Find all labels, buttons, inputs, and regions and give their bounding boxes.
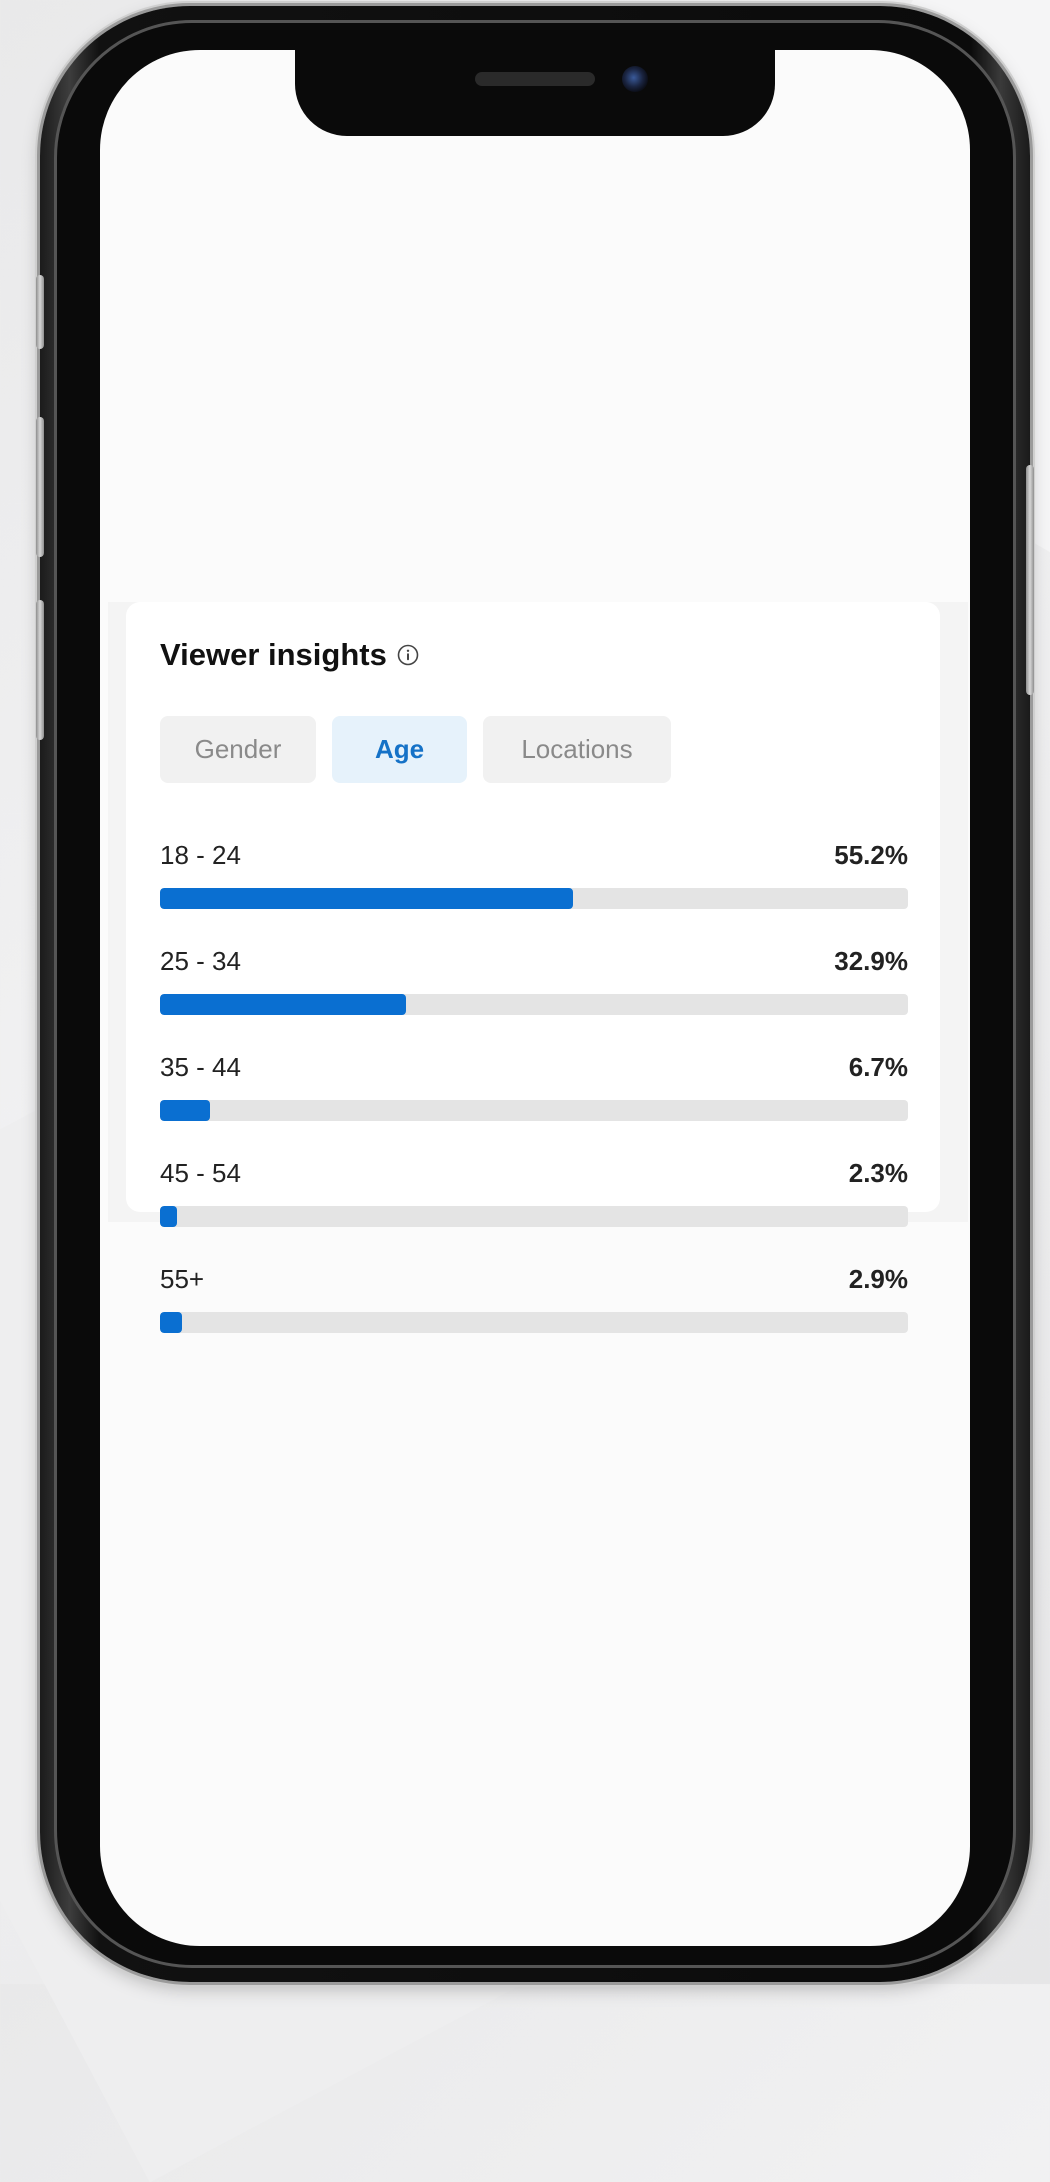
speaker-grille — [475, 72, 595, 86]
age-row: 55+ 2.9% — [160, 1264, 908, 1370]
info-circle-icon[interactable] — [397, 644, 419, 666]
notch — [295, 50, 775, 136]
age-percentage: 6.7% — [848, 1052, 908, 1082]
card-title: Viewer insights — [160, 637, 387, 672]
age-percentage: 2.3% — [848, 1158, 908, 1188]
progress-track — [160, 1100, 908, 1121]
mute-switch — [36, 275, 44, 349]
progress-fill — [160, 1312, 182, 1333]
age-distribution-list: 18 - 24 55.2% 25 - 34 32.9% 35 - 44 6.7%… — [160, 840, 908, 1370]
progress-track — [160, 1312, 908, 1333]
age-percentage: 55.2% — [834, 840, 908, 870]
age-percentage: 32.9% — [834, 946, 908, 976]
progress-track — [160, 1206, 908, 1227]
progress-track — [160, 994, 908, 1015]
age-percentage: 2.9% — [848, 1264, 908, 1294]
tab-age[interactable]: Age — [332, 716, 467, 783]
volume-up-button — [36, 417, 44, 557]
progress-fill — [160, 1206, 178, 1227]
progress-fill — [160, 994, 407, 1015]
age-range-label: 25 - 34 — [160, 946, 241, 976]
power-button — [1026, 465, 1034, 695]
age-range-label: 35 - 44 — [160, 1052, 241, 1082]
age-range-label: 18 - 24 — [160, 840, 241, 870]
card-header: Viewer insights — [160, 637, 419, 673]
phone-screen: Viewer insights Gender Age Locations 18 … — [100, 50, 970, 1946]
tab-locations[interactable]: Locations — [483, 716, 671, 783]
progress-fill — [160, 1100, 211, 1121]
age-row: 18 - 24 55.2% — [160, 840, 908, 946]
tab-gender[interactable]: Gender — [160, 716, 316, 783]
camera-icon — [622, 66, 648, 92]
age-row: 45 - 54 2.3% — [160, 1158, 908, 1264]
age-range-label: 55+ — [160, 1264, 205, 1294]
age-row: 35 - 44 6.7% — [160, 1052, 908, 1158]
progress-fill — [160, 888, 573, 909]
progress-track — [160, 888, 908, 909]
volume-down-button — [36, 600, 44, 740]
age-range-label: 45 - 54 — [160, 1158, 241, 1188]
age-row: 25 - 34 32.9% — [160, 946, 908, 1052]
insights-tabs: Gender Age Locations — [160, 716, 671, 783]
